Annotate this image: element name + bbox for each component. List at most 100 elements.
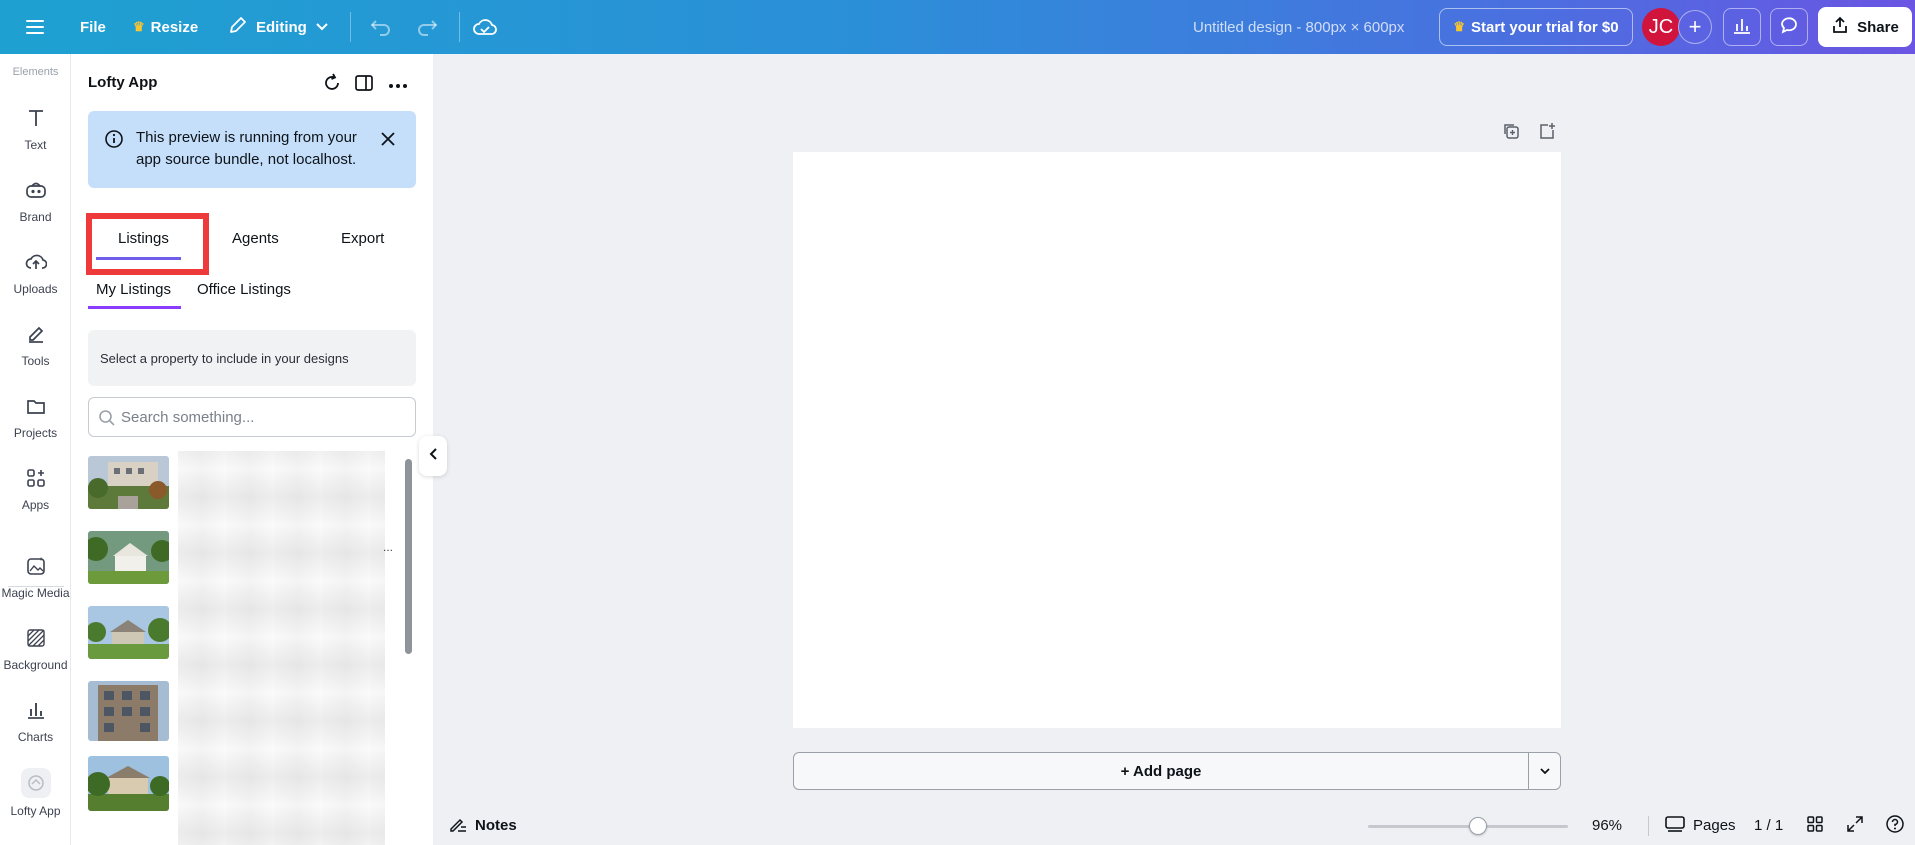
chevron-down-icon xyxy=(315,19,329,36)
share-label: Share xyxy=(1857,18,1899,36)
undo-button[interactable] xyxy=(368,0,394,54)
close-icon[interactable] xyxy=(380,131,396,152)
duplicate-page-button[interactable] xyxy=(1500,122,1522,144)
design-canvas[interactable] xyxy=(793,152,1561,728)
zoom-level[interactable]: 96% xyxy=(1592,806,1622,845)
split-view-button[interactable] xyxy=(351,72,377,98)
listing-thumbnail[interactable] xyxy=(88,531,169,584)
resize-button[interactable]: ♛ Resize xyxy=(133,0,198,54)
notes-button[interactable]: Notes xyxy=(449,806,517,845)
subtab-office-listings[interactable]: Office Listings xyxy=(197,281,291,298)
expand-icon xyxy=(1846,815,1864,837)
listing-thumbnail[interactable] xyxy=(88,681,169,741)
pages-button[interactable]: Pages xyxy=(1665,806,1736,845)
start-trial-button[interactable]: ♛ Start your trial for $0 xyxy=(1439,8,1633,46)
magic-media-icon xyxy=(22,552,50,580)
cloud-upload-icon xyxy=(22,248,50,276)
grid-view-button[interactable] xyxy=(1806,806,1824,845)
bottom-divider xyxy=(1648,816,1649,836)
redo-button[interactable] xyxy=(414,0,440,54)
design-title[interactable]: Untitled design - 800px × 600px xyxy=(1193,0,1404,54)
comment-icon xyxy=(1779,15,1799,40)
chevron-down-icon xyxy=(1539,762,1551,780)
banner-text: This preview is running from your app so… xyxy=(136,129,357,168)
brand-icon xyxy=(22,176,50,204)
pen-icon xyxy=(22,320,50,348)
search-input[interactable]: Search something... xyxy=(88,397,416,437)
save-status-button[interactable] xyxy=(472,0,498,54)
rail-item-label: Magic Media xyxy=(1,586,70,600)
add-page-above-button[interactable] xyxy=(1536,122,1558,144)
rail-item-uploads[interactable]: Uploads xyxy=(0,248,71,296)
pencil-icon xyxy=(228,15,248,39)
folder-icon xyxy=(22,392,50,420)
apps-icon xyxy=(22,464,50,492)
plus-icon: + xyxy=(1688,14,1702,39)
pages-icon xyxy=(1665,815,1685,836)
zoom-slider-handle[interactable] xyxy=(1469,817,1487,835)
undo-icon xyxy=(368,14,394,40)
rail-item-brand[interactable]: Brand xyxy=(0,176,71,224)
redacted-listing-details xyxy=(178,451,385,845)
rail-item-apps[interactable]: Apps xyxy=(0,464,71,512)
left-rail: Elements Text Brand Uploads Tools Projec… xyxy=(0,54,71,845)
rail-item-background[interactable]: Background xyxy=(0,624,71,672)
rail-item-tools[interactable]: Tools xyxy=(0,320,71,368)
editing-label: Editing xyxy=(256,18,307,36)
panel-scrollbar[interactable] xyxy=(405,459,412,654)
editing-mode-button[interactable]: Editing xyxy=(228,0,329,54)
rail-item-projects[interactable]: Projects xyxy=(0,392,71,440)
trial-label: Start your trial for $0 xyxy=(1471,18,1619,36)
duplicate-icon xyxy=(1502,122,1520,145)
rail-item-label: Lofty App xyxy=(10,804,61,818)
more-icon[interactable]: ... xyxy=(383,540,393,554)
tab-export[interactable]: Export xyxy=(341,230,384,247)
rail-item-text[interactable]: Text xyxy=(0,104,71,152)
invite-plus-button[interactable]: + xyxy=(1678,10,1712,44)
zoom-slider-track[interactable] xyxy=(1368,825,1568,828)
search-placeholder: Search something... xyxy=(121,408,255,426)
insights-button[interactable] xyxy=(1723,8,1761,46)
page-counter: 1 / 1 xyxy=(1754,817,1784,834)
rail-item-label: Apps xyxy=(21,498,50,512)
rail-item-label: Brand xyxy=(19,210,52,224)
tab-agents[interactable]: Agents xyxy=(232,230,279,247)
reload-button[interactable] xyxy=(319,72,345,98)
comments-button[interactable] xyxy=(1770,8,1808,46)
rail-item-label: Text xyxy=(24,138,47,152)
share-button[interactable]: Share xyxy=(1818,7,1912,47)
more-options-button[interactable] xyxy=(385,72,411,98)
info-banner: This preview is running from your app so… xyxy=(88,111,416,188)
ellipsis-icon xyxy=(388,76,408,94)
listing-thumbnail[interactable] xyxy=(88,456,169,509)
hamburger-menu-icon xyxy=(22,14,48,40)
help-icon xyxy=(1885,814,1905,838)
add-page-button[interactable]: + Add page xyxy=(793,752,1529,790)
chevron-left-icon xyxy=(428,447,438,466)
fullscreen-button[interactable] xyxy=(1846,806,1864,845)
file-menu-button[interactable]: File xyxy=(80,0,106,54)
crown-icon: ♛ xyxy=(1453,19,1466,34)
toolbar-divider xyxy=(459,12,460,42)
text-icon xyxy=(22,104,50,132)
rail-item-magic-media[interactable]: Magic Media xyxy=(0,552,71,600)
rail-item-charts[interactable]: Charts xyxy=(0,696,71,744)
help-button[interactable] xyxy=(1885,806,1905,845)
pages-label: Pages xyxy=(1693,817,1736,834)
subtab-my-listings[interactable]: My Listings xyxy=(96,281,171,298)
notes-icon xyxy=(449,816,467,836)
rail-item-lofty-app[interactable]: Lofty App xyxy=(0,768,71,818)
collapse-panel-button[interactable] xyxy=(419,436,447,476)
split-panel-icon xyxy=(354,73,374,98)
menu-button[interactable] xyxy=(22,0,48,54)
listing-thumbnail[interactable] xyxy=(88,756,169,811)
avatar[interactable]: JC xyxy=(1642,8,1680,46)
highlight-annotation xyxy=(86,213,209,275)
toolbar-divider xyxy=(350,12,351,42)
redo-icon xyxy=(414,14,440,40)
crown-icon: ♛ xyxy=(133,19,145,34)
grid-icon xyxy=(1806,815,1824,837)
rail-item-label: Projects xyxy=(13,426,58,440)
listing-thumbnail[interactable] xyxy=(88,606,169,659)
add-page-dropdown[interactable] xyxy=(1528,752,1561,790)
